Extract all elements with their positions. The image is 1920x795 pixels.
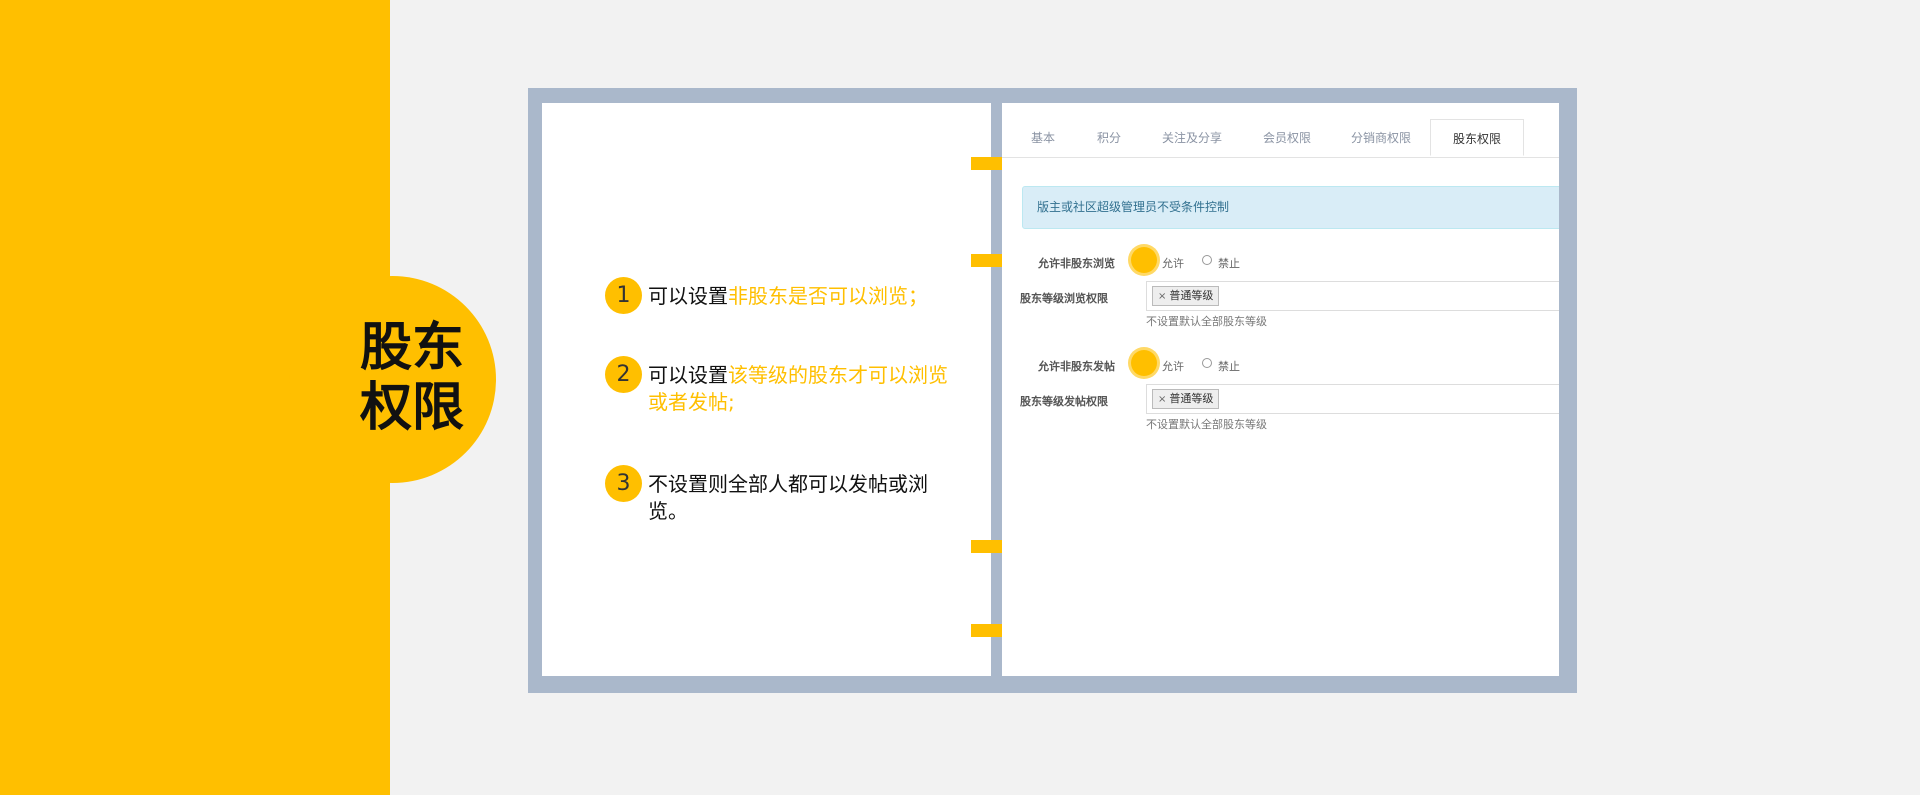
browse-level-label: 股东等级浏览权限 bbox=[1020, 292, 1108, 305]
tab-member-permission[interactable]: 会员权限 bbox=[1263, 119, 1311, 157]
post-level-select[interactable]: × 普通等级 bbox=[1146, 384, 1559, 414]
tab-points[interactable]: 积分 bbox=[1097, 119, 1121, 157]
step-number-badge: 1 bbox=[605, 277, 642, 314]
step-number-badge: 2 bbox=[605, 356, 642, 393]
browse-deny-label: 禁止 bbox=[1218, 257, 1240, 270]
step-text: 可以设置非股东是否可以浏览； bbox=[648, 283, 958, 310]
remove-tag-icon[interactable]: × bbox=[1158, 394, 1166, 405]
step-text-normal: 不设置则全部人都可以发帖或浏览。 bbox=[648, 472, 928, 523]
tab-shareholder-permission[interactable]: 股东权限 bbox=[1430, 119, 1525, 156]
browse-deny-radio[interactable] bbox=[1202, 255, 1212, 265]
section-title: 股东权限 bbox=[360, 318, 465, 438]
tab-follow-share[interactable]: 关注及分享 bbox=[1162, 119, 1222, 157]
post-allow-label: 允许 bbox=[1162, 360, 1184, 373]
remove-tag-icon[interactable]: × bbox=[1158, 291, 1166, 302]
post-permission-label: 允许非股东发帖 bbox=[1038, 360, 1115, 373]
step-text-highlight: 非股东是否可以浏览； bbox=[728, 284, 928, 308]
tab-basic[interactable]: 基本 bbox=[1031, 119, 1055, 157]
level-tag: × 普通等级 bbox=[1152, 286, 1220, 306]
post-deny-radio[interactable] bbox=[1202, 358, 1212, 368]
level-tag-label: 普通等级 bbox=[1169, 289, 1214, 302]
step-text: 不设置则全部人都可以发帖或浏览。 bbox=[648, 471, 958, 525]
post-deny-label: 禁止 bbox=[1218, 360, 1240, 373]
notice-banner: 版主或社区超级管理员不受条件控制 bbox=[1022, 186, 1559, 229]
level-tag-label: 普通等级 bbox=[1169, 392, 1214, 405]
step-number-badge: 3 bbox=[605, 465, 642, 502]
step-text-normal: 可以设置 bbox=[648, 363, 728, 387]
browse-level-select[interactable]: × 普通等级 bbox=[1146, 281, 1559, 311]
settings-screenshot: 基本 积分 关注及分享 会员权限 分销商权限 股东权限 版主或社区超级管理员不受… bbox=[1002, 103, 1559, 676]
tab-distributor-permission[interactable]: 分销商权限 bbox=[1351, 119, 1411, 157]
post-level-help: 不设置默认全部股东等级 bbox=[1146, 418, 1267, 431]
step-text: 可以设置该等级的股东才可以浏览或者发帖; bbox=[648, 362, 958, 416]
browse-level-help: 不设置默认全部股东等级 bbox=[1146, 315, 1267, 328]
settings-tabbar: 基本 积分 关注及分享 会员权限 分销商权限 股东权限 bbox=[1002, 119, 1559, 158]
post-allow-radio[interactable] bbox=[1131, 350, 1157, 376]
post-level-label: 股东等级发帖权限 bbox=[1020, 395, 1108, 408]
step-text-normal: 可以设置 bbox=[648, 284, 728, 308]
browse-allow-label: 允许 bbox=[1162, 257, 1184, 270]
browse-permission-label: 允许非股东浏览 bbox=[1038, 257, 1115, 270]
browse-allow-radio[interactable] bbox=[1131, 247, 1157, 273]
level-tag: × 普通等级 bbox=[1152, 389, 1220, 409]
